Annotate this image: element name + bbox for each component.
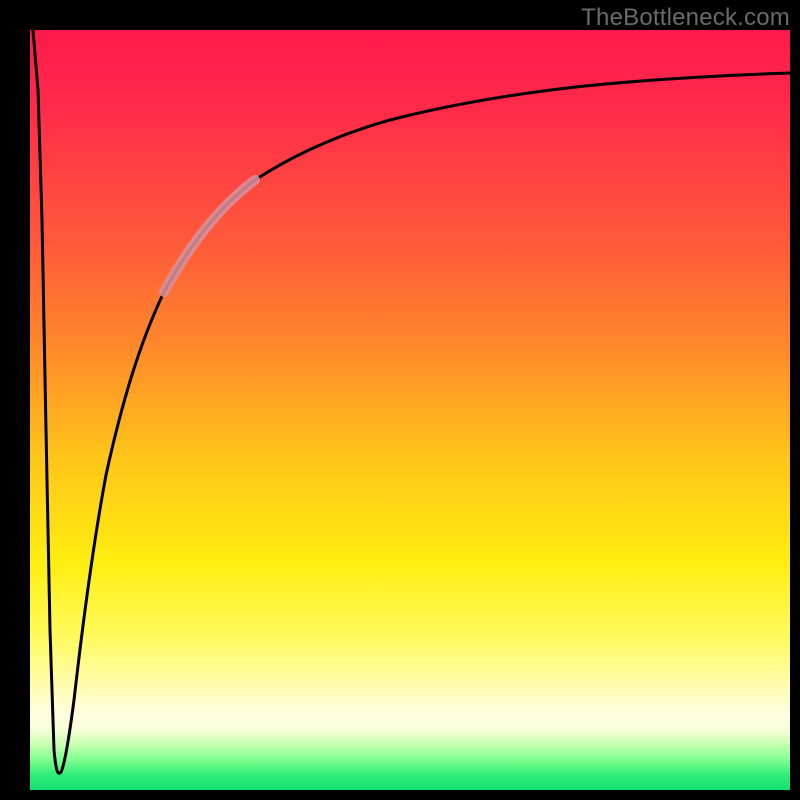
watermark-label: TheBottleneck.com [581, 4, 790, 32]
bottleneck-curve [33, 30, 790, 773]
chart-frame: TheBottleneck.com [0, 0, 800, 800]
highlight-segment [164, 180, 255, 292]
plot-area [30, 30, 790, 790]
curve-layer [30, 30, 790, 790]
